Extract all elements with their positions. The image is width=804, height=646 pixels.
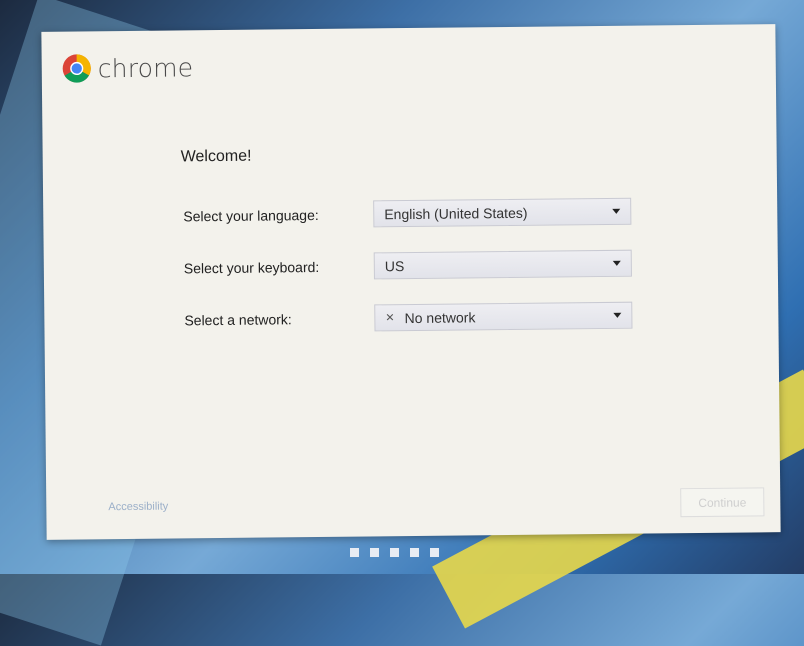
progress-dot [430,548,439,557]
welcome-heading: Welcome! [180,147,252,166]
network-row: Select a network: ✕ No network [184,301,633,334]
network-value: No network [404,308,476,326]
network-label: Select a network: [184,310,292,328]
keyboard-label: Select your keyboard: [183,258,320,276]
x-icon: ✕ [385,312,395,325]
dropdown-arrow-icon [612,260,621,266]
keyboard-row: Select your keyboard: US [183,249,632,282]
language-label: Select your language: [183,206,319,224]
keyboard-select[interactable]: US [373,249,632,280]
keyboard-value: US [384,257,405,274]
language-value: English (United States) [384,204,528,222]
network-select[interactable]: ✕ No network [374,301,633,332]
progress-dots [350,548,439,557]
accessibility-link[interactable]: Accessibility [108,501,168,514]
language-row: Select your language: English (United St… [183,197,632,230]
chrome-icon [62,54,91,83]
oobe-welcome-dialog: chrome Welcome! Select your language: En… [41,24,781,540]
dropdown-arrow-icon [612,208,621,214]
progress-dot [390,548,399,557]
language-select[interactable]: English (United States) [373,197,632,228]
brand-name: chrome [97,52,194,83]
chrome-logo: chrome [62,52,194,83]
progress-dot [350,548,359,557]
progress-dot [370,548,379,557]
dropdown-arrow-icon [613,312,622,318]
progress-dot [410,548,419,557]
continue-button[interactable]: Continue [680,487,765,518]
